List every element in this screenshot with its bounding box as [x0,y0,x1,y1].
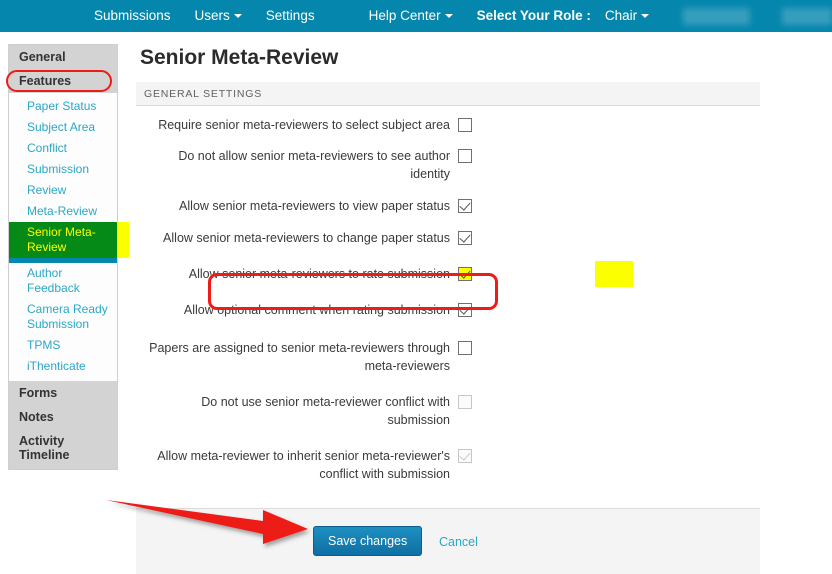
sidebar-item-label: Forms [19,386,58,400]
sidebar-item-subject-area[interactable]: Subject Area [9,117,117,138]
sidebar-item-forms[interactable]: Forms [9,381,117,405]
sidebar-item-label: Submission [27,162,90,176]
section-header-general-settings: GENERAL SETTINGS [136,82,760,106]
sidebar-item-tpms[interactable]: TPMS [9,335,117,356]
sidebar-item-label: Subject Area [27,120,96,134]
checkbox-optional-comment-rating[interactable] [458,303,472,317]
setting-label: Allow optional comment when rating submi… [183,303,450,317]
top-navigation-bar: Submissions Users Settings Help Center S… [0,0,832,32]
setting-label: Allow senior meta-reviewers to change pa… [163,231,450,245]
sidebar-item-meta-review[interactable]: Meta-Review [9,201,117,222]
nav-item-label: Submissions [94,8,171,23]
nav-item-help-center[interactable]: Help Center [357,0,465,32]
save-changes-button[interactable]: Save changes [313,526,423,556]
sidebar-item-author-feedback[interactable]: Author Feedback [9,263,117,299]
nav-item-users[interactable]: Users [183,0,254,32]
sidebar-item-label: Paper Status [27,99,97,113]
chevron-down-icon [233,13,242,18]
checkbox-yellow-highlight [595,261,633,287]
sidebar-item-camera-ready-submission[interactable]: Camera Ready Submission [9,299,117,335]
redacted-nav-block-2[interactable] [782,7,832,25]
sidebar-item-general[interactable]: General [9,45,117,69]
setting-row: Allow meta-reviewer to inherit senior me… [136,447,760,483]
sidebar-item-features[interactable]: Features [9,69,117,93]
setting-row-rate-submission: Allow senior meta-reviewers to rate subm… [136,261,760,287]
setting-row: Do not use senior meta-reviewer conflict… [136,393,760,429]
sidebar-item-label: Author Feedback [27,266,80,295]
sidebar-item-review[interactable]: Review [9,180,117,201]
nav-item-label: Help Center [368,8,441,23]
sidebar-item-submission[interactable]: Submission [9,159,117,180]
setting-label: Allow senior meta-reviewers to rate subm… [188,267,450,281]
setting-row: Do not allow senior meta-reviewers to se… [136,147,760,183]
checkbox-rate-submission[interactable] [458,267,472,281]
checkbox-assign-through-meta-reviewers[interactable] [458,341,472,355]
sidebar-item-label: Senior Meta-Review [27,225,96,254]
setting-row: Allow senior meta-reviewers to view pape… [136,197,760,215]
nav-item-label: Settings [265,8,315,23]
role-selector-chair[interactable]: Chair [593,0,661,32]
nav-item-submissions[interactable]: Submissions [82,0,183,32]
setting-label: Do not allow senior meta-reviewers to se… [178,149,450,181]
sidebar: General Features Paper Status Subject Ar… [8,44,129,470]
setting-label: Require senior meta-reviewers to select … [158,118,450,132]
form-footer: Save changes Cancel [136,508,760,574]
sidebar-item-activity-timeline[interactable]: Activity Timeline [9,429,117,467]
chevron-down-icon [641,13,650,18]
sidebar-item-label: TPMS [27,338,61,352]
sidebar-item-label: Conflict [27,141,68,155]
setting-label: Papers are assigned to senior meta-revie… [149,341,450,373]
sidebar-item-label: Review [27,183,67,197]
sidebar-item-senior-meta-review[interactable]: Senior Meta-Review [9,222,129,258]
setting-label: Allow meta-reviewer to inherit senior me… [157,449,450,481]
checkbox-no-senior-conflict [458,395,472,409]
sidebar-item-label: Meta-Review [27,204,98,218]
nav-item-settings[interactable]: Settings [254,0,327,32]
sidebar-item-label: General [19,50,66,64]
app-root: Submissions Users Settings Help Center S… [0,0,832,574]
sidebar-item-notes[interactable]: Notes [9,405,117,429]
setting-label: Allow senior meta-reviewers to view pape… [179,199,450,213]
sidebar-item-paper-status[interactable]: Paper Status [9,96,117,117]
checkbox-view-paper-status[interactable] [458,199,472,213]
select-your-role-label: Select Your Role : [465,0,593,32]
settings-rows: Require senior meta-reviewers to select … [136,106,760,483]
sidebar-item-label: Camera Ready Submission [27,302,108,331]
checkbox-inherit-conflict [458,449,472,463]
sidebar-item-label: Notes [19,410,54,424]
checkbox-change-paper-status[interactable] [458,231,472,245]
nav-item-label: Select Your Role : [476,8,591,23]
setting-row: Papers are assigned to senior meta-revie… [136,339,760,375]
chevron-down-icon [444,13,453,18]
cancel-link[interactable]: Cancel [439,535,478,549]
sidebar-item-label: iThenticate [27,359,86,373]
checkbox-require-subject-area[interactable] [458,118,472,132]
settings-panel: GENERAL SETTINGS Require senior meta-rev… [136,82,760,496]
sidebar-item-ithenticate[interactable]: iThenticate [9,356,117,377]
sidebar-item-label: Activity Timeline [19,434,70,462]
setting-row: Require senior meta-reviewers to select … [136,116,760,134]
setting-row: Allow optional comment when rating submi… [136,301,760,319]
nav-item-label: Chair [604,8,638,23]
setting-row: Allow senior meta-reviewers to change pa… [136,229,760,247]
sidebar-subitem-group: Paper Status Subject Area Conflict Submi… [9,93,129,381]
nav-item-label: Users [194,8,230,23]
sidebar-item-label: Features [19,74,72,88]
page-title: Senior Meta-Review [140,46,339,69]
sidebar-item-conflict[interactable]: Conflict [9,138,117,159]
checkbox-hide-author-identity[interactable] [458,149,472,163]
redacted-nav-block-1[interactable] [683,7,751,25]
setting-label: Do not use senior meta-reviewer conflict… [201,395,450,427]
